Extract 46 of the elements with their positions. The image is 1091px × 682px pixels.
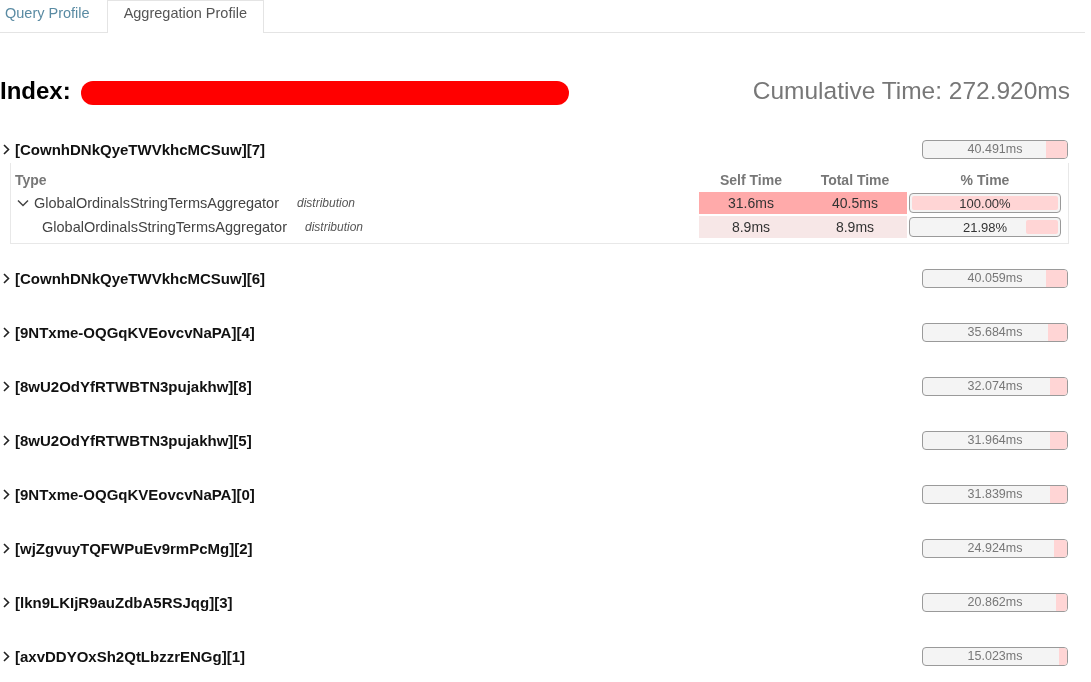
- self-time-cell: 31.6ms: [699, 192, 803, 214]
- chevron-right-icon: [3, 596, 10, 608]
- chevron-right-icon: [3, 143, 10, 155]
- self-time-cell: 8.9ms: [699, 216, 803, 238]
- time-label: 31.839ms: [967, 487, 1023, 501]
- shard-toggle[interactable]: [axvDDYOxSh2QtLbzzrENGg][1]: [0, 646, 246, 666]
- index-label: Index:: [0, 77, 71, 105]
- percent-time-label: 100.00%: [959, 195, 1011, 211]
- column-header: Total Time: [820, 172, 890, 188]
- shard-toggle[interactable]: [9NTxme-OQGqKVEovcvNaPA][0]: [0, 484, 255, 504]
- chevron-right-icon: [3, 434, 10, 446]
- total-time-cell: 40.5ms: [803, 192, 907, 214]
- shard-toggle[interactable]: [8wU2OdYfRTWBTN3pujakhw][5]: [0, 430, 252, 450]
- chevron-right-icon: [3, 650, 10, 662]
- time-label: 31.964ms: [967, 433, 1023, 447]
- column-header: Self Time: [720, 172, 782, 188]
- time-label: 20.862ms: [967, 595, 1023, 609]
- shard-toggle[interactable]: [8wU2OdYfRTWBTN3pujakhw][8]: [0, 376, 252, 396]
- cumulative-time: Cumulative Time: 272.920ms: [752, 77, 1070, 105]
- aggregation-description: distribution: [305, 220, 364, 234]
- shard-toggle[interactable]: [lkn9LKIjR9auZdbA5RSJqg][3]: [0, 592, 233, 612]
- aggregation-description: distribution: [297, 196, 356, 210]
- time-label: 35.684ms: [967, 325, 1023, 339]
- chevron-down-icon[interactable]: [17, 199, 29, 207]
- time-label: 32.074ms: [967, 379, 1023, 393]
- chevron-right-icon: [3, 326, 10, 338]
- shard-toggle[interactable]: [CownhDNkQyeTWVkhcMCSuw][7]: [0, 139, 265, 159]
- column-header: % Time: [960, 172, 1010, 188]
- shard-toggle[interactable]: [wjZgvuyTQFWPuEv9rmPcMg][2]: [0, 538, 253, 558]
- chevron-right-icon: [3, 380, 10, 392]
- chevron-right-icon: [3, 542, 10, 554]
- aggregator-name: GlobalOrdinalsStringTermsAggregator: [34, 195, 279, 211]
- aggregator-name: GlobalOrdinalsStringTermsAggregator: [42, 219, 287, 235]
- shard-toggle[interactable]: [9NTxme-OQGqKVEovcvNaPA][4]: [0, 322, 255, 342]
- time-label: 15.023ms: [967, 649, 1023, 663]
- tab[interactable]: Aggregation Profile: [106, 0, 264, 33]
- column-header: Type: [15, 172, 47, 188]
- tab[interactable]: Query Profile: [0, 0, 107, 33]
- time-label: 40.491ms: [967, 142, 1023, 156]
- shard-toggle[interactable]: [CownhDNkQyeTWVkhcMCSuw][6]: [0, 268, 265, 288]
- time-label: 40.059ms: [967, 271, 1023, 285]
- chevron-right-icon: [3, 272, 10, 284]
- percent-time-label: 21.98%: [962, 219, 1008, 235]
- time-label: 24.924ms: [967, 541, 1023, 555]
- total-time-cell: 8.9ms: [803, 216, 907, 238]
- chevron-right-icon: [3, 488, 10, 500]
